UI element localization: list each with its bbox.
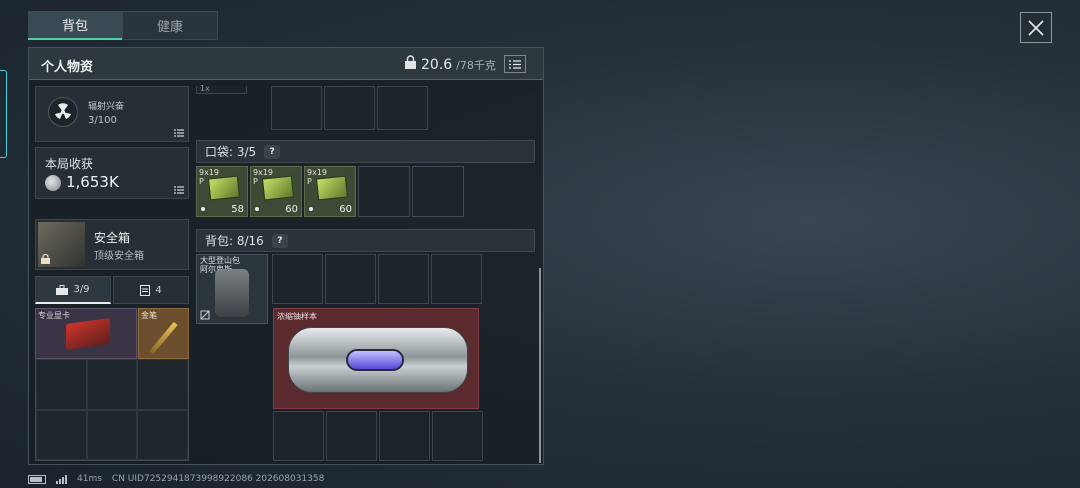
item-name: 金笔 <box>141 311 157 320</box>
battery-icon <box>28 474 46 484</box>
ammo-box-image <box>207 175 241 201</box>
item-graphics-card[interactable]: 专业显卡 <box>35 308 137 359</box>
panel-title: 个人物资 <box>41 60 94 75</box>
loot-card[interactable]: 本局收获 1,653K <box>35 147 189 199</box>
pocket-header: 口袋: 3/5 ? <box>196 140 535 163</box>
slot-cell[interactable] <box>271 86 322 130</box>
status-bar: 41ms CN UID7252941873998922086 202608031… <box>28 474 324 484</box>
loot-label: 本局收获 <box>45 157 94 171</box>
backpack-slot[interactable] <box>432 411 483 461</box>
backpack-slot[interactable] <box>326 411 377 461</box>
weight-lock-icon <box>405 55 416 69</box>
side-drawer-handle[interactable] <box>0 70 7 158</box>
weight-display: 20.6/78千克 <box>404 55 496 73</box>
backpack-slot[interactable] <box>379 411 430 461</box>
safe-subtabs: 3/9 4 <box>35 276 189 304</box>
slot-label: 1x <box>200 84 210 93</box>
item-name: 浓缩铀样本 <box>277 312 317 321</box>
equipment-grid-partial: 1x <box>196 84 544 130</box>
slot-cell[interactable]: 1x <box>196 84 247 94</box>
status-dot <box>255 207 259 211</box>
close-icon <box>1028 19 1044 36</box>
list-icon <box>509 59 521 69</box>
panel-header: 个人物资 20.6/78千克 <box>29 48 543 80</box>
item-backpack[interactable]: 大型登山包 阿尔卑斯 <box>196 254 268 324</box>
backpack-header: 背包: 8/16 ? <box>196 229 535 252</box>
backpack-slot[interactable] <box>431 254 482 304</box>
item-gold-pen[interactable]: 金笔 <box>138 308 189 359</box>
backpack-bottom-row <box>273 411 483 461</box>
gold-pen-image <box>149 321 178 355</box>
ammo-count: 58 <box>231 204 244 215</box>
slot-cell[interactable] <box>377 86 428 130</box>
ammo-count: 60 <box>285 204 298 215</box>
pocket-label: 口袋: 3/5 <box>205 145 257 159</box>
weight-current: 20.6 <box>421 57 453 73</box>
graphics-card-image <box>66 317 110 351</box>
backpack-slot[interactable] <box>325 254 376 304</box>
backpack-top-row <box>272 254 482 304</box>
inventory-panel: 个人物资 20.6/78千克 辐射兴奋 3/100 本局收获 1,653K 安全… <box>28 47 544 465</box>
radiation-value: 3/100 <box>88 115 117 126</box>
briefcase-icon <box>56 284 69 295</box>
ammo-box-image <box>261 175 295 201</box>
lock-icon <box>41 254 50 264</box>
uid-text: CN UID7252941873998922086 202608031358 <box>111 474 325 484</box>
item-ammo[interactable]: 9x19 P 60 <box>250 166 302 217</box>
safe-box-name: 安全箱 <box>94 231 131 245</box>
backpack-slot[interactable] <box>273 411 324 461</box>
pocket-help-button[interactable]: ? <box>264 144 281 159</box>
backpack-image <box>215 269 249 317</box>
scrollbar[interactable] <box>539 268 541 463</box>
backpack-slot[interactable] <box>272 254 323 304</box>
ammo-count: 60 <box>339 204 352 215</box>
slot-cell[interactable] <box>324 86 375 130</box>
backpack-label: 背包: 8/16 <box>205 234 264 248</box>
radiation-card[interactable]: 辐射兴奋 3/100 <box>35 86 189 142</box>
close-button[interactable] <box>1020 12 1052 43</box>
canister-window <box>346 349 404 371</box>
top-tabs: 背包 健康 <box>28 11 218 40</box>
item-uranium-sample[interactable]: 浓缩铀样本 <box>273 308 479 409</box>
safe-tab-count: 3/9 <box>73 284 90 295</box>
radiation-label: 辐射兴奋 <box>88 102 125 112</box>
tab-backpack[interactable]: 背包 <box>28 11 122 40</box>
signal-icon <box>56 474 67 484</box>
unequip-icon <box>200 310 210 320</box>
pocket-empty-slot[interactable] <box>412 166 464 217</box>
ammo-box-image <box>315 175 349 201</box>
status-dot <box>309 207 313 211</box>
tab-clipboard[interactable]: 4 <box>113 276 189 304</box>
ping-value: 41ms <box>77 474 102 484</box>
coin-icon <box>45 175 61 191</box>
safe-box-icon <box>38 222 85 267</box>
pocket-slots: 9x19 P 58 9x19 P 60 9x19 P 60 <box>196 166 464 217</box>
sort-list-button[interactable] <box>504 55 526 73</box>
loot-value: 1,653K <box>66 173 119 191</box>
clipboard-tab-count: 4 <box>155 284 162 296</box>
item-ammo[interactable]: 9x19 P 58 <box>196 166 248 217</box>
pocket-empty-slot[interactable] <box>358 166 410 217</box>
clipboard-icon <box>140 285 151 296</box>
backpack-help-button[interactable]: ? <box>271 233 288 248</box>
item-ammo[interactable]: 9x19 P 60 <box>304 166 356 217</box>
weight-max: /78千克 <box>456 59 496 72</box>
item-name: 专业显卡 <box>38 311 70 320</box>
tab-safe-box[interactable]: 3/9 <box>35 276 111 304</box>
backpack-slot[interactable] <box>378 254 429 304</box>
safe-box-subtitle: 顶级安全箱 <box>94 251 144 262</box>
tab-health[interactable]: 健康 <box>122 11 218 40</box>
radiation-icon <box>48 97 78 127</box>
safe-box-card[interactable]: 安全箱 顶级安全箱 <box>35 219 189 270</box>
list-icon <box>174 129 184 137</box>
status-dot <box>201 207 205 211</box>
list-icon <box>174 186 184 194</box>
